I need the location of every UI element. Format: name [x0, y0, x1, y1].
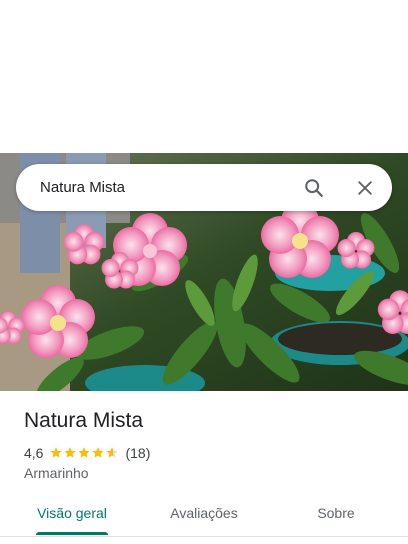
star-icon: [92, 447, 105, 458]
tab-reviews[interactable]: Avaliações: [156, 495, 252, 536]
star-icon: [106, 447, 119, 458]
star-icon: [50, 447, 63, 458]
search-icon[interactable]: [299, 173, 329, 203]
place-title: Natura Mista: [24, 409, 144, 432]
rating-row[interactable]: 4,6 (18): [24, 444, 150, 462]
star-icon: [78, 447, 91, 458]
place-category: Armarinho: [24, 465, 89, 481]
close-icon[interactable]: [350, 173, 380, 203]
map-blank-area: [0, 0, 408, 153]
search-query[interactable]: Natura Mista: [40, 164, 125, 211]
search-bar[interactable]: Natura Mista: [16, 164, 392, 211]
place-tabs: Visão geral Avaliações Sobre: [0, 495, 408, 536]
rating-value: 4,6: [24, 445, 44, 461]
tab-about[interactable]: Sobre: [296, 495, 376, 536]
rating-stars: [49, 446, 119, 460]
star-icon: [64, 447, 77, 458]
review-count[interactable]: (18): [125, 445, 150, 461]
active-tab-indicator: [36, 532, 108, 535]
tabs-divider: [0, 536, 408, 537]
tab-overview[interactable]: Visão geral: [24, 495, 120, 536]
